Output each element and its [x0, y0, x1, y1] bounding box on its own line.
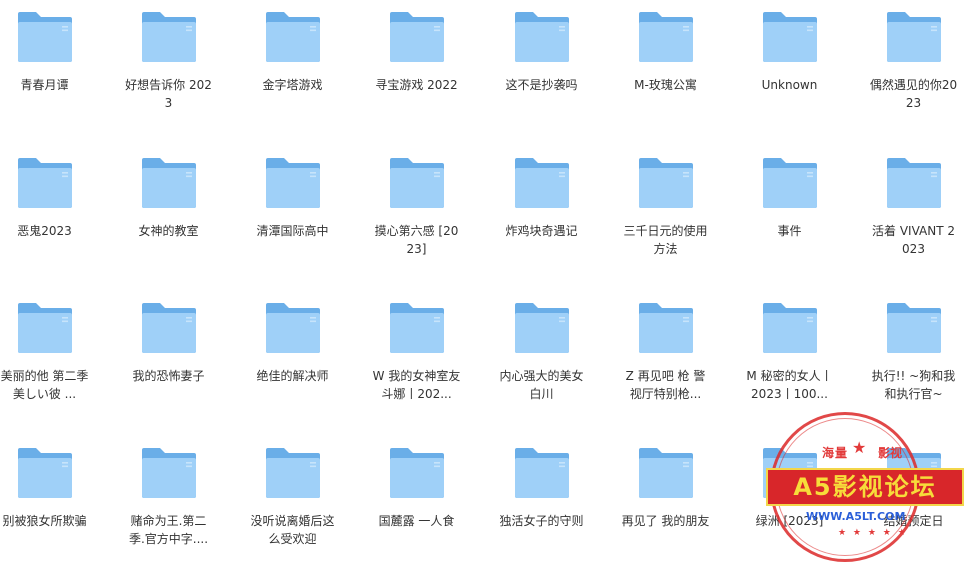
folder-item[interactable]: 寻宝游戏 2022: [372, 0, 496, 140]
folder-icon: [16, 10, 74, 64]
folder-item[interactable]: 偶然遇见的你2023: [869, 0, 967, 140]
folder-item[interactable]: Unknown: [745, 0, 869, 140]
watermark-url: WWW.A5LT.COM: [806, 510, 906, 523]
folder-label: 执行!! ~狗和我和执行官~: [871, 369, 956, 401]
folder-item[interactable]: 炸鸡块奇遇记: [497, 146, 621, 286]
folder-label: W 我的女神室友斗娜丨202...: [372, 369, 461, 401]
folder-icon: [140, 156, 198, 210]
folder-item[interactable]: 恶鬼2023: [0, 146, 124, 286]
folder-label: 别被狼女所欺骗: [2, 514, 87, 528]
folder-icon: [637, 446, 695, 500]
folder-label: 偶然遇见的你2023: [869, 78, 958, 110]
folder-label: 这不是抄袭吗: [505, 78, 578, 92]
folder-icon: [513, 10, 571, 64]
folder-icon: [264, 10, 322, 64]
folder-label: M-玫瑰公寓: [634, 78, 697, 92]
folder-label: 恶鬼2023: [17, 224, 72, 238]
folder-label: 美丽的他 第二季 美しい彼 ...: [0, 369, 89, 401]
folder-item[interactable]: M-玫瑰公寓: [621, 0, 745, 140]
folder-item[interactable]: 摸心第六感 [2023]: [372, 146, 496, 286]
star-icon: ★: [852, 438, 867, 457]
folder-icon: [16, 156, 74, 210]
folder-icon: [637, 156, 695, 210]
folder-item[interactable]: 事件: [745, 146, 869, 286]
folder-label: 青春月谭: [20, 78, 69, 92]
folder-icon: [140, 10, 198, 64]
folder-icon: [388, 446, 446, 500]
folder-label: 三千日元的使用方法: [623, 224, 708, 256]
folder-item[interactable]: 清潭国际高中: [248, 146, 372, 286]
folder-item[interactable]: 三千日元的使用方法: [621, 146, 745, 286]
folder-icon: [264, 446, 322, 500]
folder-item[interactable]: 国麓露 一人食: [372, 436, 496, 576]
folder-label: 活着 VIVANT 2023: [872, 224, 955, 256]
folder-label: 国麓露 一人食: [378, 514, 455, 528]
folder-label: 摸心第六感 [2023]: [374, 224, 459, 256]
folder-icon: [761, 301, 819, 355]
watermark-stars: ★ ★ ★ ★ ★: [838, 528, 908, 538]
watermark-top-left-text: 海量: [822, 446, 849, 460]
folder-item[interactable]: 这不是抄袭吗: [497, 0, 621, 140]
folder-icon: [388, 301, 446, 355]
folder-label: 金字塔游戏: [262, 78, 323, 92]
folder-icon: [637, 10, 695, 64]
watermark-stamp: 海量 ★ 影视 A5影视论坛 WWW.A5LT.COM ★ ★ ★ ★ ★: [760, 408, 967, 568]
folder-label: 我的恐怖妻子: [132, 369, 205, 383]
folder-label: 再见了 我的朋友: [621, 514, 710, 528]
folder-label: 清潭国际高中: [256, 224, 329, 238]
folder-label: 赌命为王.第二季.官方中字....: [128, 514, 209, 546]
folder-icon: [885, 301, 943, 355]
folder-icon: [16, 301, 74, 355]
folder-item[interactable]: 金字塔游戏: [248, 0, 372, 140]
watermark-top-right-text: 影视: [878, 446, 903, 460]
folder-icon: [513, 301, 571, 355]
folder-icon: [16, 446, 74, 500]
folder-item[interactable]: W 我的女神室友斗娜丨202...: [372, 291, 496, 431]
folder-item[interactable]: Z 再见吧 枪 警视厅特别枪...: [621, 291, 745, 431]
folder-icon: [761, 156, 819, 210]
folder-icon: [761, 10, 819, 64]
folder-label: M 秘密的女人丨2023丨100...: [746, 369, 833, 401]
folder-item[interactable]: 绝佳的解决师: [248, 291, 372, 431]
folder-icon: [637, 301, 695, 355]
folder-label: 女神的教室: [138, 224, 199, 238]
folder-icon: [388, 10, 446, 64]
folder-label: 炸鸡块奇遇记: [505, 224, 578, 238]
folder-item[interactable]: 女神的教室: [124, 146, 248, 286]
watermark-title: A5影视论坛: [793, 473, 937, 501]
folder-label: 绝佳的解决师: [256, 369, 329, 383]
folder-item[interactable]: 独活女子的守则: [497, 436, 621, 576]
folder-label: Unknown: [761, 78, 818, 92]
folder-label: Z 再见吧 枪 警视厅特别枪...: [625, 369, 706, 401]
folder-icon: [264, 156, 322, 210]
folder-icon: [885, 10, 943, 64]
folder-icon: [264, 301, 322, 355]
folder-item[interactable]: 美丽的他 第二季 美しい彼 ...: [0, 291, 124, 431]
folder-label: 内心强大的美女白川: [499, 369, 584, 401]
folder-label: 独活女子的守则: [499, 514, 584, 528]
folder-item[interactable]: 再见了 我的朋友: [621, 436, 745, 576]
folder-label: 好想告诉你 2023: [125, 78, 212, 110]
folder-icon: [513, 446, 571, 500]
folder-label: 寻宝游戏 2022: [375, 78, 458, 92]
folder-icon: [885, 156, 943, 210]
folder-item[interactable]: 内心强大的美女白川: [497, 291, 621, 431]
folder-item[interactable]: 我的恐怖妻子: [124, 291, 248, 431]
folder-item[interactable]: 别被狼女所欺骗: [0, 436, 124, 576]
folder-label: 没听说离婚后这么受欢迎: [250, 514, 335, 546]
folder-item[interactable]: 好想告诉你 2023: [124, 0, 248, 140]
folder-item[interactable]: 活着 VIVANT 2023: [869, 146, 967, 286]
folder-icon: [140, 301, 198, 355]
folder-item[interactable]: 青春月谭: [0, 0, 124, 140]
folder-label: 事件: [777, 224, 802, 238]
folder-icon: [140, 446, 198, 500]
folder-icon: [388, 156, 446, 210]
folder-item[interactable]: 赌命为王.第二季.官方中字....: [124, 436, 248, 576]
folder-icon: [513, 156, 571, 210]
folder-item[interactable]: 没听说离婚后这么受欢迎: [248, 436, 372, 576]
